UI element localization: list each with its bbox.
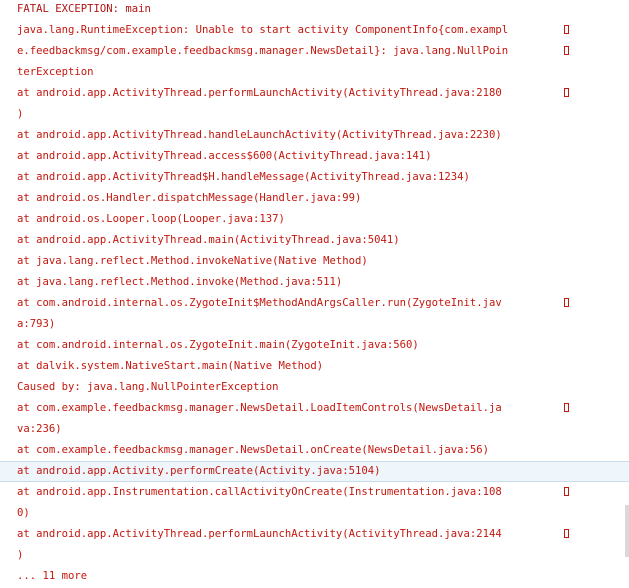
log-line-text: at android.os.Looper.loop(Looper.java:13… bbox=[17, 213, 285, 225]
log-line[interactable]: java.lang.RuntimeException: Unable to st… bbox=[0, 20, 629, 41]
log-line[interactable]: at android.app.Activity.performCreate(Ac… bbox=[0, 461, 629, 482]
log-line-text: ) bbox=[17, 549, 24, 561]
line-wrap-box-icon bbox=[564, 529, 569, 538]
log-line-text: at dalvik.system.NativeStart.main(Native… bbox=[17, 360, 324, 372]
log-line-text: ) bbox=[17, 108, 24, 120]
line-wrap-box-icon bbox=[564, 487, 569, 496]
log-line[interactable]: terException bbox=[0, 62, 629, 83]
log-line-text: va:236) bbox=[17, 423, 62, 435]
log-line-text: e.feedbackmsg/com.example.feedbackmsg.ma… bbox=[17, 45, 509, 57]
log-header-line[interactable]: FATAL EXCEPTION: main bbox=[0, 0, 629, 20]
log-line[interactable]: Caused by: java.lang.NullPointerExceptio… bbox=[0, 377, 629, 398]
line-wrap-box-icon bbox=[564, 298, 569, 307]
log-line-text: at android.os.Handler.dispatchMessage(Ha… bbox=[17, 192, 362, 204]
log-line[interactable]: e.feedbackmsg/com.example.feedbackmsg.ma… bbox=[0, 41, 629, 62]
log-line-text: at com.example.feedbackmsg.manager.NewsD… bbox=[17, 402, 502, 414]
log-line-text: at com.example.feedbackmsg.manager.NewsD… bbox=[17, 444, 489, 456]
log-line-text: FATAL EXCEPTION: main bbox=[17, 3, 151, 15]
log-line-text: 0) bbox=[17, 507, 30, 519]
log-line[interactable]: at android.app.ActivityThread.performLau… bbox=[0, 83, 629, 104]
log-line-text: at android.app.Activity.performCreate(Ac… bbox=[17, 465, 381, 477]
logcat-output-panel[interactable]: FATAL EXCEPTION: main java.lang.RuntimeEx… bbox=[0, 0, 629, 588]
log-line-text: at java.lang.reflect.Method.invoke(Metho… bbox=[17, 276, 343, 288]
log-line[interactable]: at android.app.ActivityThread$H.handleMe… bbox=[0, 167, 629, 188]
log-line-text: at android.app.ActivityThread$H.handleMe… bbox=[17, 171, 470, 183]
log-line[interactable]: at android.app.Instrumentation.callActiv… bbox=[0, 482, 629, 503]
log-line[interactable]: a:793) bbox=[0, 314, 629, 335]
log-line[interactable]: ) bbox=[0, 545, 629, 566]
line-wrap-box-icon bbox=[564, 88, 569, 97]
log-line-text: at java.lang.reflect.Method.invokeNative… bbox=[17, 255, 368, 267]
log-line[interactable]: at android.app.ActivityThread.performLau… bbox=[0, 524, 629, 545]
log-line[interactable]: at com.android.internal.os.ZygoteInit$Me… bbox=[0, 293, 629, 314]
log-line[interactable]: 0) bbox=[0, 503, 629, 524]
log-line-text: at com.android.internal.os.ZygoteInit.ma… bbox=[17, 339, 419, 351]
log-line-text: at android.app.ActivityThread.performLau… bbox=[17, 87, 502, 99]
line-wrap-box-icon bbox=[564, 46, 569, 55]
log-line-text: at android.app.Instrumentation.callActiv… bbox=[17, 486, 502, 498]
log-line-text: at android.app.ActivityThread.performLau… bbox=[17, 528, 502, 540]
log-line-text: a:793) bbox=[17, 318, 56, 330]
log-line-text: ... 11 more bbox=[17, 570, 88, 582]
log-line-text: at com.android.internal.os.ZygoteInit$Me… bbox=[17, 297, 502, 309]
log-line[interactable]: at android.app.ActivityThread.handleLaun… bbox=[0, 125, 629, 146]
log-line[interactable]: at com.example.feedbackmsg.manager.NewsD… bbox=[0, 398, 629, 419]
log-line[interactable]: at java.lang.reflect.Method.invokeNative… bbox=[0, 251, 629, 272]
log-line-text: at android.app.ActivityThread.main(Activ… bbox=[17, 234, 400, 246]
log-line-text: java.lang.RuntimeException: Unable to st… bbox=[17, 24, 509, 36]
log-line[interactable]: va:236) bbox=[0, 419, 629, 440]
log-line[interactable]: at android.app.ActivityThread.main(Activ… bbox=[0, 230, 629, 251]
log-line[interactable]: at dalvik.system.NativeStart.main(Native… bbox=[0, 356, 629, 377]
log-line-text: Caused by: java.lang.NullPointerExceptio… bbox=[17, 381, 279, 393]
log-line-text: at android.app.ActivityThread.access$600… bbox=[17, 150, 432, 162]
log-line[interactable]: at android.os.Looper.loop(Looper.java:13… bbox=[0, 209, 629, 230]
log-line[interactable]: ... 11 more bbox=[0, 566, 629, 587]
log-line-text: at android.app.ActivityThread.handleLaun… bbox=[17, 129, 502, 141]
line-wrap-box-icon bbox=[564, 403, 569, 412]
log-line[interactable]: at android.os.Handler.dispatchMessage(Ha… bbox=[0, 188, 629, 209]
log-line[interactable]: at android.app.ActivityThread.access$600… bbox=[0, 146, 629, 167]
line-wrap-box-icon bbox=[564, 25, 569, 34]
log-line[interactable]: at com.android.internal.os.ZygoteInit.ma… bbox=[0, 335, 629, 356]
log-line-text: terException bbox=[17, 66, 94, 78]
vertical-scrollbar[interactable] bbox=[625, 505, 629, 557]
log-line[interactable]: at com.example.feedbackmsg.manager.NewsD… bbox=[0, 440, 629, 461]
log-line[interactable]: at java.lang.reflect.Method.invoke(Metho… bbox=[0, 272, 629, 293]
log-line[interactable]: ) bbox=[0, 104, 629, 125]
